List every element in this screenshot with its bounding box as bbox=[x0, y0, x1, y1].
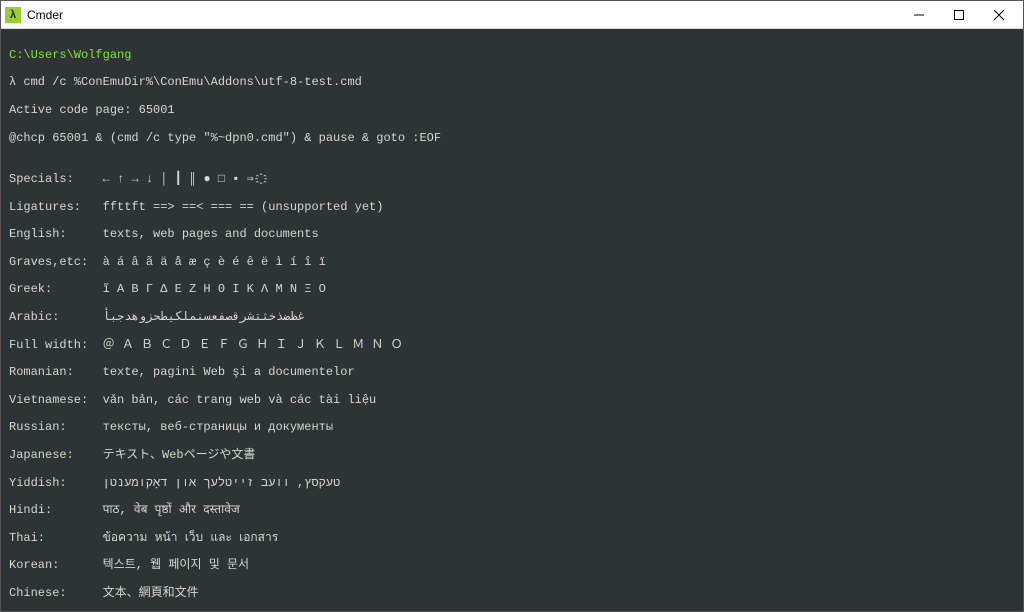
terminal-area[interactable]: C:\Users\Wolfgang λ cmd /c %ConEmuDir%\C… bbox=[1, 29, 1023, 611]
close-button[interactable] bbox=[979, 1, 1019, 29]
maximize-icon bbox=[954, 10, 964, 20]
output-chinese: Chinese: 文本、網頁和文件 bbox=[9, 587, 1015, 601]
close-icon bbox=[994, 10, 1004, 20]
window-title: Cmder bbox=[27, 8, 63, 22]
app-window: λ Cmder C:\Users\Wolfgang λ cmd /c %ConE… bbox=[0, 0, 1024, 612]
prompt-path: C:\Users\Wolfgang bbox=[9, 48, 131, 62]
prompt-symbol: λ bbox=[9, 75, 23, 89]
output-romanian: Romanian: texte, pagini Web şi a documen… bbox=[9, 366, 1015, 380]
output-vietnamese: Vietnamese: văn bản, các trang web và cá… bbox=[9, 394, 1015, 408]
titlebar[interactable]: λ Cmder bbox=[1, 1, 1023, 29]
minimize-button[interactable] bbox=[899, 1, 939, 29]
output-specials: Specials: ← ↑ → ↓ │ ┃ ║ ● □ ▪ ⇒ ҈ bbox=[9, 173, 1015, 187]
command-line-1: λ cmd /c %ConEmuDir%\ConEmu\Addons\utf-8… bbox=[9, 76, 1015, 90]
output-english: English: texts, web pages and documents bbox=[9, 228, 1015, 242]
output-chcp: @chcp 65001 & (cmd /c type "%~dpn0.cmd")… bbox=[9, 132, 1015, 146]
window-controls bbox=[899, 1, 1019, 29]
app-icon: λ bbox=[5, 7, 21, 23]
output-japanese: Japanese: テキスト、Webページや文書 bbox=[9, 449, 1015, 463]
output-hindi: Hindi: पाठ, वेब पृष्ठों और दस्तावेज bbox=[9, 504, 1015, 518]
output-yiddish: Yiddish: טעקסץ, וועב זייטלעך און דאָקומע… bbox=[9, 477, 1015, 491]
output-korean: Korean: 텍스트, 웹 페이지 및 문서 bbox=[9, 559, 1015, 573]
output-russian: Russian: тексты, веб-страницы и документ… bbox=[9, 421, 1015, 435]
prompt-line-1: C:\Users\Wolfgang bbox=[9, 49, 1015, 63]
command-text: cmd /c %ConEmuDir%\ConEmu\Addons\utf-8-t… bbox=[23, 75, 361, 89]
output-thai: Thai: ข้อความ หน้า เว็บ และ เอกสาร bbox=[9, 532, 1015, 546]
output-codepage: Active code page: 65001 bbox=[9, 104, 1015, 118]
output-ligatures: Ligatures: ffttft ==> ==< === == (unsupp… bbox=[9, 201, 1015, 215]
output-fullwidth: Full width: ＠ Ａ Ｂ Ｃ Ｄ Ｅ Ｆ Ｇ Ｈ Ｉ Ｊ Ｋ Ｌ Ｍ … bbox=[9, 339, 1015, 353]
output-graves: Graves,etc: à á â ã ä å æ ç è é ê ë ì í … bbox=[9, 256, 1015, 270]
maximize-button[interactable] bbox=[939, 1, 979, 29]
minimize-icon bbox=[914, 10, 924, 20]
output-arabic: Arabic: غظضذخثتشرقصفعسنملكيطحزوهدجبأ bbox=[9, 311, 1015, 325]
output-greek: Greek: ĩ Α Β Γ Δ Ε Ζ Η Θ Ι Κ Λ Μ Ν Ξ Ο bbox=[9, 283, 1015, 297]
